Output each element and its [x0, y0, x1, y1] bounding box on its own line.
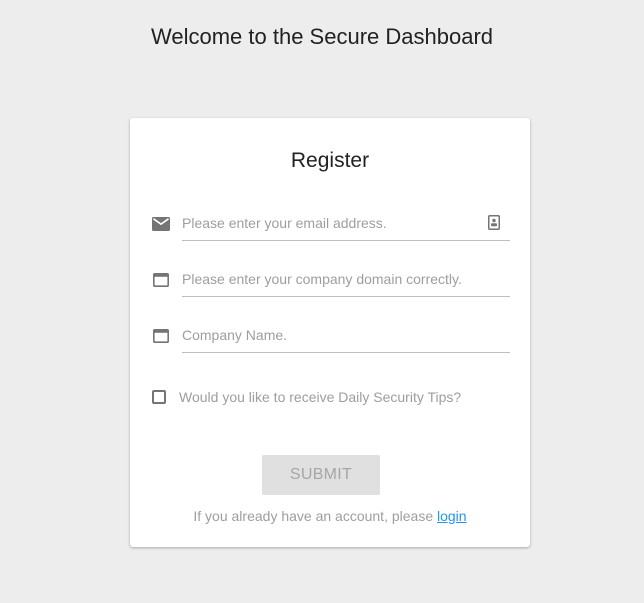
checkbox-label: Would you like to receive Daily Security…: [179, 389, 462, 405]
security-tips-option[interactable]: Would you like to receive Daily Security…: [152, 388, 461, 406]
login-prompt-text: If you already have an account, please: [193, 508, 434, 524]
domain-field-container: [182, 264, 510, 297]
company-field-container: [182, 320, 510, 353]
company-name-field[interactable]: [182, 320, 482, 350]
web-icon: [152, 328, 170, 344]
login-link[interactable]: login: [437, 508, 467, 524]
submit-button[interactable]: SUBMIT: [262, 455, 380, 495]
contact-card-icon[interactable]: [488, 215, 502, 231]
web-icon: [152, 272, 170, 288]
form-title: Register: [290, 149, 370, 172]
security-tips-checkbox[interactable]: [152, 390, 166, 404]
login-prompt: If you already have an account, please l…: [130, 508, 530, 524]
page-title: Welcome to the Secure Dashboard: [151, 24, 493, 49]
mail-icon: [152, 216, 170, 232]
company-domain-field[interactable]: [182, 264, 482, 294]
email-field-container: [182, 208, 510, 241]
email-field[interactable]: [182, 208, 482, 238]
register-card: Register Please enter your email address…: [130, 118, 530, 547]
